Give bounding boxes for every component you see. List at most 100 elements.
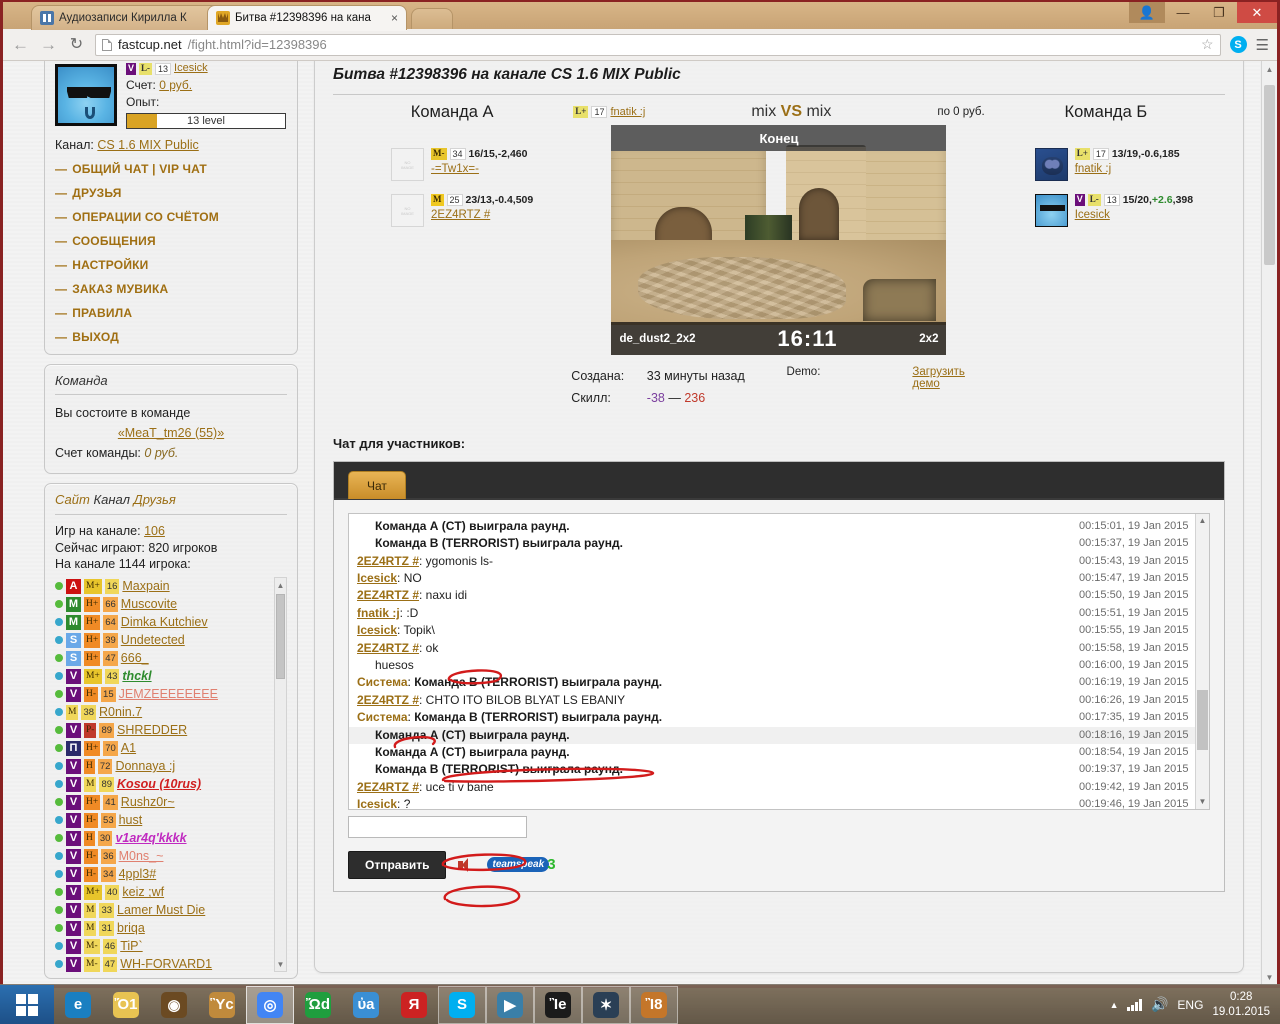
player-name-link[interactable]: R0nin.7: [99, 705, 142, 719]
player-list-scrollbar[interactable]: ▲ ▼: [274, 577, 287, 973]
player-list-item[interactable]: V H- 36 M0ns_~: [55, 847, 271, 865]
sidebar-item-label[interactable]: ПРАВИЛА: [72, 306, 132, 320]
player-list-item[interactable]: V H- 53 hust: [55, 811, 271, 829]
sidebar-item-label[interactable]: СООБЩЕНИЯ: [72, 234, 156, 248]
teamspeak-icon[interactable]: teamspeak 3: [487, 856, 556, 873]
player-list-item[interactable]: M H+ 66 Muscovite: [55, 595, 271, 613]
page-scroll-down-icon[interactable]: ▼: [1262, 969, 1277, 985]
player-list[interactable]: A M+ 16 Maxpain M H+ 66 Muscovite M H+ 64 Dimka Kut…: [55, 577, 287, 973]
user-name-link[interactable]: Icesick: [174, 61, 208, 77]
volume-app-icon[interactable]: ὐa: [342, 986, 390, 1024]
sidebar-item-label[interactable]: ОБЩИЙ ЧАТ | VIP ЧАТ: [72, 162, 207, 176]
player-name-link[interactable]: Muscovite: [121, 597, 177, 611]
speaker-icon[interactable]: [458, 857, 475, 872]
chat-author-link[interactable]: 2EZ4RTZ #: [357, 588, 419, 602]
player-list-item[interactable]: V M 31 briqa: [55, 919, 271, 937]
sidebar-item-3[interactable]: — СООБЩЕНИЯ: [55, 234, 287, 248]
chat-log[interactable]: Команда А (CT) выиграла раунд. 00:15:01, …: [348, 512, 1210, 810]
sidebar-item-6[interactable]: — ПРАВИЛА: [55, 306, 287, 320]
chat-author-link[interactable]: 2EZ4RTZ #: [357, 780, 419, 794]
player-name-link[interactable]: Kosou (10rus): [117, 777, 201, 791]
minimize-button[interactable]: —: [1165, 2, 1201, 23]
player-list-item[interactable]: V H- 15 JEMZEEEEEEEE: [55, 685, 271, 703]
player-name-link[interactable]: Rushz0r~: [121, 795, 175, 809]
host-name-link[interactable]: fnatik :j: [610, 106, 645, 118]
address-bar[interactable]: fastcup.net/fight.html?id=12398396 ☆: [95, 33, 1221, 56]
player-name-link[interactable]: v1ar4q'kkkk: [115, 831, 186, 845]
speaker-app-icon[interactable]: ◉: [150, 986, 198, 1024]
chat-author-link[interactable]: 2EZ4RTZ #: [357, 693, 419, 707]
player-list-item[interactable]: V H+ 41 Rushz0r~: [55, 793, 271, 811]
sidebar-item-7[interactable]: — ВЫХОД: [55, 330, 287, 344]
player-name-link[interactable]: 2EZ4RTZ #: [431, 209, 490, 221]
player-name-link[interactable]: Dimka Kutchiev: [121, 615, 208, 629]
map-preview[interactable]: Конец de_dust2_2x2 16:11 2x2: [611, 125, 947, 355]
reload-icon[interactable]: ↻: [67, 36, 86, 53]
yandex-icon[interactable]: Я: [390, 986, 438, 1024]
player-list-item[interactable]: V H 72 Donnaya :j: [55, 757, 271, 775]
sidebar-item-label[interactable]: ВЫХОД: [72, 330, 119, 344]
chat-author-link[interactable]: Icesick: [357, 623, 397, 637]
sidebar-item-0[interactable]: — ОБЩИЙ ЧАТ | VIP ЧАТ: [55, 162, 287, 176]
team-name-link[interactable]: «MeaT_tm26 (55)»: [118, 426, 224, 440]
page-scrollbar-thumb[interactable]: [1264, 85, 1275, 265]
chat-scroll-down-icon[interactable]: ▼: [1196, 795, 1209, 809]
skype-extension-icon[interactable]: S: [1229, 36, 1247, 53]
player-list-item[interactable]: V H- 34 4ppl3#: [55, 865, 271, 883]
page-scroll-up-icon[interactable]: ▲: [1262, 61, 1277, 77]
player-list-item[interactable]: M H+ 64 Dimka Kutchiev: [55, 613, 271, 631]
language-indicator[interactable]: ENG: [1177, 998, 1203, 1012]
scroll-down-icon[interactable]: ▼: [275, 957, 286, 971]
player-name-link[interactable]: -=Tw1x=-: [431, 163, 479, 175]
download-demo-link[interactable]: Загрузить демо: [912, 366, 986, 390]
internet-explorer-icon[interactable]: e: [54, 986, 102, 1024]
send-button[interactable]: Отправить: [348, 850, 447, 879]
scrollbar-thumb[interactable]: [276, 594, 285, 680]
paint-icon[interactable]: Ἲ8: [630, 985, 678, 1024]
chat-scrollbar[interactable]: ▲ ▼: [1195, 513, 1209, 809]
nav-site[interactable]: Сайт: [55, 492, 90, 507]
player-name-link[interactable]: Donnaya :j: [115, 759, 175, 773]
player-name-link[interactable]: SHREDDER: [117, 723, 187, 737]
channel-link[interactable]: CS 1.6 MIX Public: [97, 138, 198, 152]
chat-scrollbar-thumb[interactable]: [1197, 689, 1208, 750]
scroll-up-icon[interactable]: ▲: [275, 578, 286, 592]
player-list-item[interactable]: S H+ 39 Undetected: [55, 631, 271, 649]
volume-icon[interactable]: 🔊: [1151, 996, 1168, 1013]
player-list-item[interactable]: S H+ 47 666_: [55, 649, 271, 667]
player-name-link[interactable]: TiP`: [120, 939, 142, 953]
sidebar-item-label[interactable]: ДРУЗЬЯ: [72, 186, 121, 200]
chat-input[interactable]: [348, 815, 527, 838]
file-explorer-icon[interactable]: Ὄ1: [102, 986, 150, 1024]
player-list-item[interactable]: V M 89 Kosou (10rus): [55, 775, 271, 793]
chat-author-link[interactable]: Icesick: [357, 797, 397, 809]
player-name-link[interactable]: briqa: [117, 921, 145, 935]
player-list-item[interactable]: V M- 46 TiP`: [55, 937, 271, 955]
sidebar-item-label[interactable]: НАСТРОЙКИ: [72, 258, 148, 272]
player-name-link[interactable]: thckl: [122, 669, 151, 683]
player-name-link[interactable]: Maxpain: [122, 579, 169, 593]
sidebar-item-2[interactable]: — ОПЕРАЦИИ СО СЧЁТОМ: [55, 210, 287, 224]
games-value[interactable]: 106: [144, 524, 165, 538]
player-list-item[interactable]: A M+ 16 Maxpain: [55, 577, 271, 595]
forward-icon[interactable]: →: [39, 36, 58, 53]
skype-icon[interactable]: S: [438, 985, 486, 1024]
browser-tab-2[interactable]: Битва #12398396 на кана ×: [207, 5, 407, 30]
bookmark-star-icon[interactable]: ☆: [1201, 36, 1214, 53]
player-list-item[interactable]: V H 30 v1ar4q'kkkk: [55, 829, 271, 847]
chat-scroll-up-icon[interactable]: ▲: [1196, 514, 1209, 528]
player-name-link[interactable]: A1: [121, 741, 136, 755]
sidebar-item-5[interactable]: — ЗАКАЗ МУВИКА: [55, 282, 287, 296]
player-name-link[interactable]: keiz ;wf: [122, 885, 164, 899]
user-profile-icon[interactable]: 👤: [1129, 2, 1165, 23]
player-list-item[interactable]: V P- 89 SHREDDER: [55, 721, 271, 739]
clock[interactable]: 0:28 19.01.2015: [1212, 990, 1270, 1019]
player-name-link[interactable]: 666_: [121, 651, 149, 665]
back-icon[interactable]: ←: [11, 36, 30, 53]
player-list-item[interactable]: V M- 47 WH-FORVARD1: [55, 955, 271, 972]
player-name-link[interactable]: Icesick: [1075, 209, 1110, 221]
player-name-link[interactable]: JEMZEEEEEEEE: [119, 687, 218, 701]
steam-icon[interactable]: ✶: [582, 985, 630, 1024]
player-name-link[interactable]: M0ns_~: [119, 849, 164, 863]
chat-author-link[interactable]: Icesick: [357, 571, 397, 585]
